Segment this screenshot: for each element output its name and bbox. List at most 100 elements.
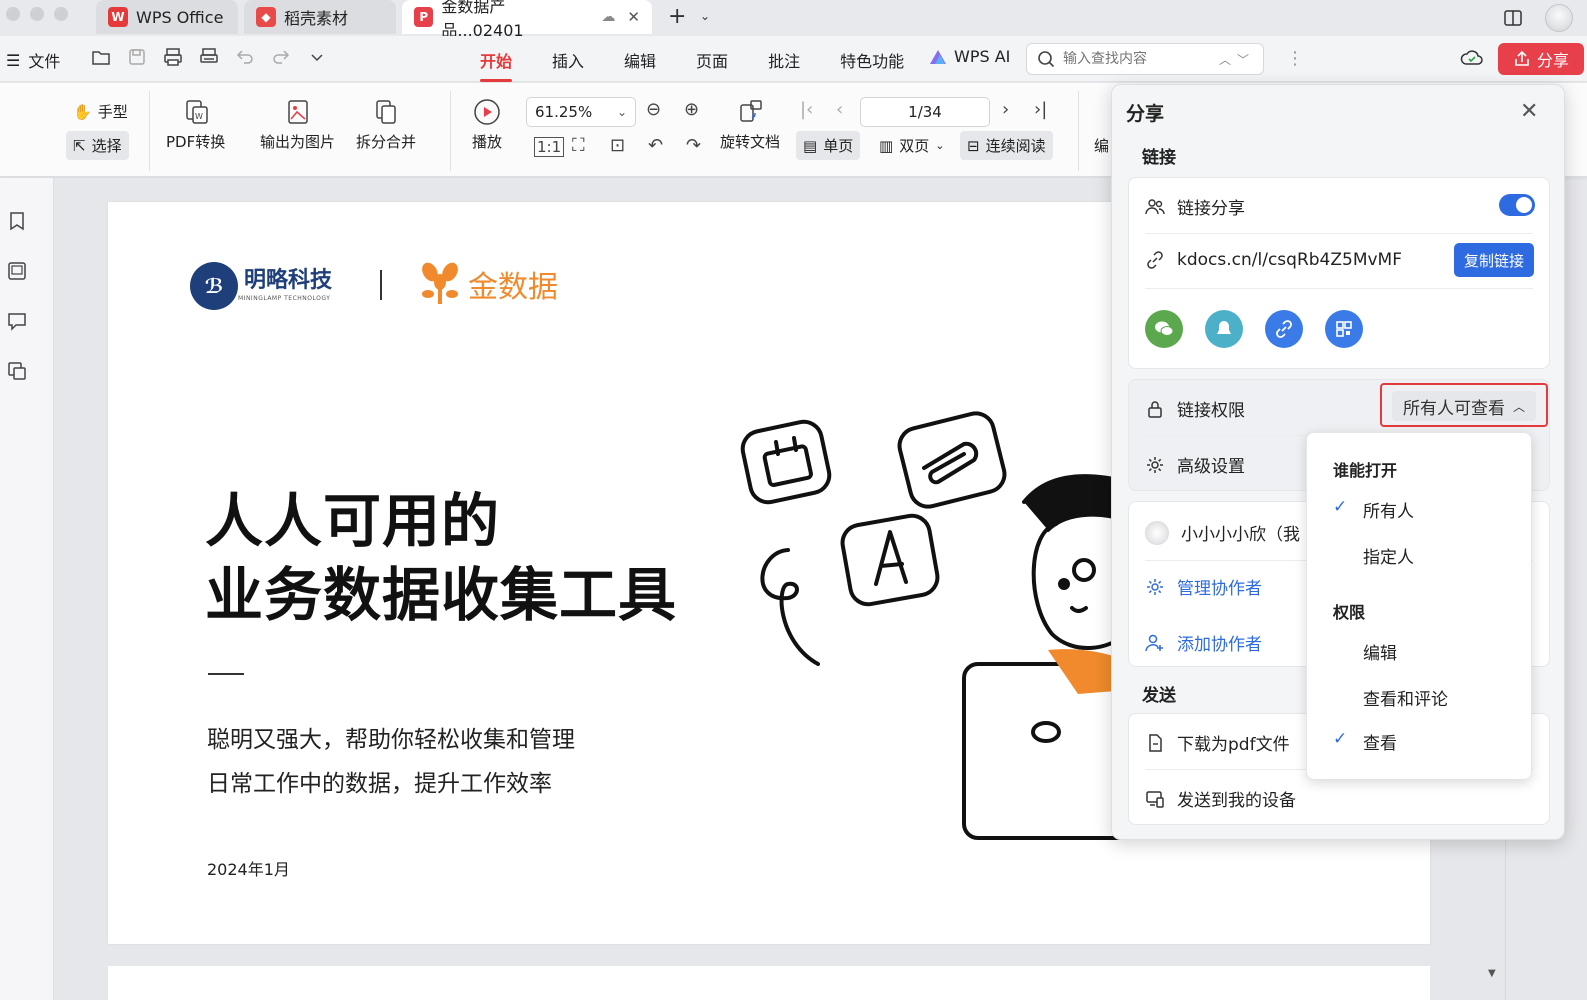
comment-icon[interactable] bbox=[6, 310, 28, 332]
rotate-document-button[interactable]: 旋转文档 bbox=[720, 97, 780, 152]
pdf-file-icon bbox=[1149, 733, 1162, 752]
redo-icon[interactable] bbox=[270, 46, 292, 68]
fit-width-icon[interactable]: ⊡ bbox=[610, 135, 625, 156]
share-button[interactable]: 分享 bbox=[1498, 43, 1584, 75]
undo-icon[interactable] bbox=[234, 46, 256, 68]
tab-docer[interactable]: ◆ 稻壳素材 bbox=[244, 0, 396, 34]
tab-annotate[interactable]: 批注 bbox=[748, 48, 820, 72]
qq-share-icon[interactable] bbox=[1205, 310, 1243, 348]
pdf-convert-button[interactable]: W PDF转换 bbox=[166, 97, 225, 152]
continuous-read-icon: ⊟ bbox=[967, 136, 980, 155]
devices-icon bbox=[1146, 790, 1164, 808]
download-pdf-row[interactable]: 下载为pdf文件 bbox=[1145, 730, 1290, 755]
copy-link-share-icon[interactable] bbox=[1265, 310, 1303, 348]
print-preview-icon[interactable] bbox=[162, 46, 184, 68]
search-box[interactable]: ︿ ﹀ bbox=[1026, 43, 1264, 75]
more-options-icon[interactable]: ⋮ bbox=[1286, 48, 1304, 69]
page-headline: 人人可用的 业务数据收集工具 bbox=[205, 484, 677, 632]
mininglamp-name: 明略科技 bbox=[244, 268, 333, 293]
zoom-in-icon[interactable]: ⊕ bbox=[684, 99, 699, 120]
tab-current-document[interactable]: P 金数据产品...02401 ☁ ✕ bbox=[402, 0, 652, 40]
option-view[interactable]: 查看 bbox=[1363, 729, 1397, 754]
option-edit[interactable]: 编辑 bbox=[1363, 639, 1397, 664]
tab-edit[interactable]: 编辑 bbox=[604, 48, 676, 72]
last-page-icon[interactable]: ›| bbox=[1034, 99, 1047, 120]
rotate-left-icon[interactable]: ↶ bbox=[648, 135, 663, 156]
export-image-label: 输出为图片 bbox=[260, 133, 336, 151]
split-merge-button[interactable]: 拆分合并 bbox=[356, 97, 416, 152]
jinshuju-logo: 金数据 bbox=[418, 260, 558, 308]
mininglamp-subtitle: MININGLAMP TECHNOLOGY bbox=[238, 295, 331, 302]
single-page-button[interactable]: ▤ 单页 bbox=[796, 131, 861, 160]
more-chevron-icon[interactable] bbox=[306, 46, 328, 68]
bookmark-icon[interactable] bbox=[6, 210, 28, 232]
permission-dropdown: 谁能打开 ✓ 所有人 指定人 权限 编辑 查看和评论 ✓ 查看 bbox=[1306, 432, 1532, 780]
first-page-icon[interactable]: |‹ bbox=[800, 99, 813, 120]
close-panel-icon[interactable]: ✕ bbox=[1520, 99, 1538, 124]
prev-page-icon[interactable]: ‹ bbox=[836, 99, 843, 120]
new-tab-button[interactable]: + bbox=[668, 4, 686, 29]
qrcode-share-icon[interactable] bbox=[1325, 310, 1363, 348]
thumbnail-icon[interactable] bbox=[6, 260, 28, 282]
tab-special-features[interactable]: 特色功能 bbox=[820, 48, 924, 72]
file-menu[interactable]: ☰ 文件 bbox=[6, 48, 60, 72]
wps-ai-button[interactable]: WPS AI bbox=[928, 47, 1010, 66]
tab-insert[interactable]: 插入 bbox=[532, 48, 604, 72]
cloud-sync-icon: ☁ bbox=[601, 9, 616, 25]
maximize-window-button[interactable] bbox=[54, 7, 68, 21]
scroll-down-icon[interactable]: ▼ bbox=[1488, 968, 1496, 979]
edit-partial-label[interactable]: 编 bbox=[1094, 135, 1109, 156]
permission-select[interactable]: 所有人可查看 ︿ bbox=[1392, 391, 1536, 421]
cloud-saved-icon[interactable] bbox=[1460, 47, 1484, 69]
tab-page[interactable]: 页面 bbox=[676, 48, 748, 72]
tab-wps-office[interactable]: W WPS Office bbox=[96, 0, 238, 34]
copy-link-button[interactable]: 复制链接 bbox=[1454, 243, 1534, 277]
add-collaborator-row[interactable]: 添加协作者 bbox=[1145, 630, 1262, 655]
select-tool-button[interactable]: ⇱ 选择 bbox=[66, 131, 129, 160]
user-avatar[interactable] bbox=[1545, 4, 1573, 32]
option-specified-people[interactable]: 指定人 bbox=[1363, 543, 1414, 568]
permission-select-highlight[interactable]: 所有人可查看 ︿ bbox=[1380, 383, 1548, 427]
file-menu-label: 文件 bbox=[28, 52, 61, 71]
wps-ai-icon bbox=[930, 49, 946, 64]
zoom-select[interactable]: 61.25% ⌄ bbox=[526, 97, 636, 127]
actual-size-icon[interactable]: 1:1 bbox=[534, 137, 565, 157]
mininglamp-mark-icon: ℬ bbox=[190, 262, 238, 310]
export-image-button[interactable]: 输出为图片 bbox=[260, 97, 335, 152]
continuous-read-button[interactable]: ⊟ 连续阅读 bbox=[960, 131, 1053, 160]
double-page-button[interactable]: ▥ 双页 ⌄ bbox=[872, 131, 951, 160]
rotate-document-icon bbox=[740, 100, 762, 122]
search-prev-icon[interactable]: ︿ bbox=[1219, 51, 1231, 68]
pdf-convert-label: PDF转换 bbox=[166, 133, 226, 151]
option-view-comment[interactable]: 查看和评论 bbox=[1363, 685, 1448, 710]
divider bbox=[1145, 288, 1533, 289]
page-number-input[interactable]: 1/34 bbox=[860, 97, 990, 127]
search-input[interactable] bbox=[1063, 51, 1213, 67]
close-window-button[interactable] bbox=[6, 7, 20, 21]
save-icon[interactable] bbox=[126, 46, 148, 68]
manage-collaborators-row[interactable]: 管理协作者 bbox=[1145, 574, 1262, 599]
close-tab-icon[interactable]: ✕ bbox=[627, 8, 640, 26]
minimize-window-button[interactable] bbox=[30, 7, 44, 21]
rotate-right-icon[interactable]: ↷ bbox=[686, 135, 701, 156]
attachment-icon[interactable] bbox=[6, 360, 28, 382]
fit-page-icon[interactable]: ⛶ bbox=[572, 135, 585, 156]
wechat-share-icon[interactable] bbox=[1145, 310, 1183, 348]
advanced-settings-row[interactable]: 高级设置 bbox=[1145, 452, 1245, 477]
option-everyone[interactable]: 所有人 bbox=[1363, 497, 1414, 522]
send-to-device-row[interactable]: 发送到我的设备 bbox=[1145, 786, 1296, 811]
search-next-icon[interactable]: ﹀ bbox=[1237, 51, 1249, 68]
open-folder-icon[interactable] bbox=[90, 46, 112, 68]
print-icon[interactable] bbox=[198, 46, 220, 68]
window-controls[interactable] bbox=[6, 7, 68, 21]
link-share-toggle[interactable] bbox=[1499, 194, 1535, 216]
next-page-icon[interactable]: › bbox=[1002, 99, 1009, 120]
zoom-out-icon[interactable]: ⊖ bbox=[646, 99, 661, 120]
tab-list-chevron-icon[interactable]: ⌄ bbox=[700, 9, 710, 23]
link-url-text[interactable]: kdocs.cn/l/csqRb4Z5MvMF bbox=[1177, 250, 1402, 270]
tab-home[interactable]: 开始 bbox=[460, 48, 532, 82]
hand-tool-button[interactable]: ✋ 手型 bbox=[66, 97, 135, 126]
layout-toggle-icon[interactable] bbox=[1503, 8, 1523, 28]
tagline-line-1: 聪明又强大，帮助你轻松收集和管理 bbox=[207, 727, 575, 753]
play-button[interactable]: 播放 bbox=[472, 97, 502, 152]
